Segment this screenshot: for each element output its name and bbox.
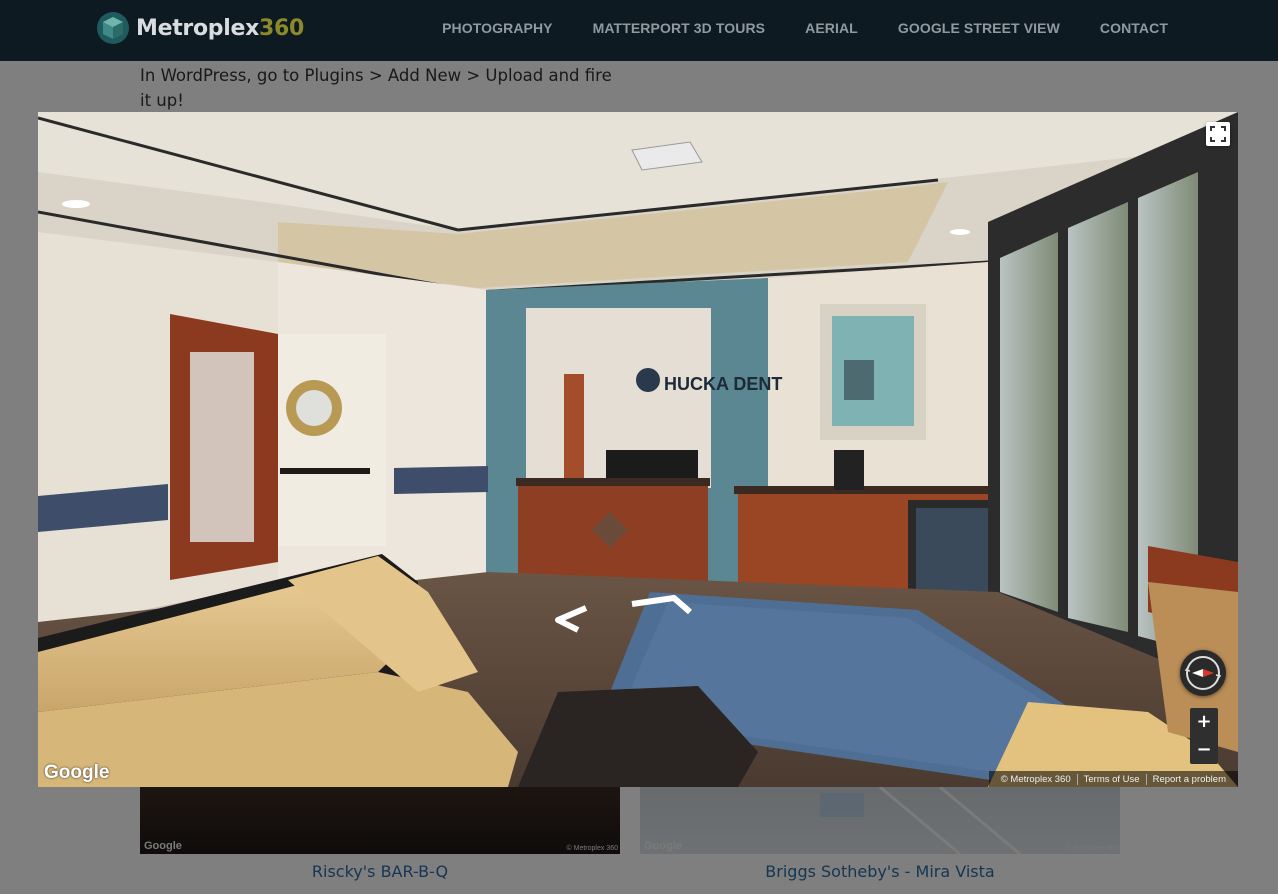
- nav-contact[interactable]: CONTACT: [1100, 20, 1168, 36]
- zoom-in-button[interactable]: +: [1190, 708, 1218, 736]
- nav-google-street-view[interactable]: GOOGLE STREET VIEW: [898, 20, 1060, 36]
- terms-link[interactable]: Terms of Use: [1076, 773, 1146, 785]
- cube-logo-icon: [97, 12, 129, 44]
- street-view-panorama[interactable]: HUCKA DENT + − Google © Metroplex 360 Te…: [38, 112, 1238, 787]
- fullscreen-icon: [1210, 126, 1226, 142]
- compass-icon: [1184, 656, 1222, 690]
- nav-matterport-3d-tours[interactable]: MATTERPORT 3D TOURS: [593, 20, 766, 36]
- panorama-image: HUCKA DENT: [38, 112, 1238, 787]
- main-nav: PHOTOGRAPHY MATTERPORT 3D TOURS AERIAL G…: [402, 0, 1168, 56]
- zoom-controls: + −: [1190, 708, 1218, 764]
- nav-aerial[interactable]: AERIAL: [805, 20, 858, 36]
- google-watermark: Google: [44, 762, 110, 783]
- report-problem-link[interactable]: Report a problem: [1145, 773, 1232, 785]
- zoom-out-button[interactable]: −: [1190, 736, 1218, 764]
- fullscreen-button[interactable]: [1206, 122, 1230, 146]
- site-logo[interactable]: Metroplex360: [96, 10, 304, 46]
- logo-text: Metroplex360: [136, 15, 305, 41]
- copyright-text: © Metroplex 360: [1000, 773, 1071, 785]
- attribution-bar: © Metroplex 360 Terms of Use Report a pr…: [988, 771, 1238, 787]
- compass-control[interactable]: [1180, 650, 1226, 696]
- sign-text: HUCKA DENT: [664, 374, 782, 394]
- nav-photography[interactable]: PHOTOGRAPHY: [442, 20, 553, 36]
- site-header: Metroplex360 PHOTOGRAPHY MATTERPORT 3D T…: [0, 0, 1278, 61]
